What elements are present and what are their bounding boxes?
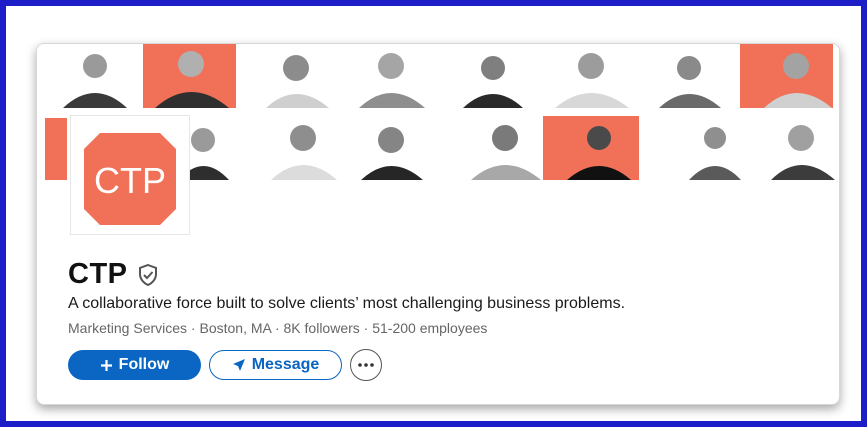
team-photo-tile <box>457 116 550 180</box>
team-photo-tile <box>251 44 344 108</box>
plus-icon <box>100 359 113 372</box>
message-label: Message <box>251 356 320 373</box>
company-name-row: CTP <box>68 258 158 291</box>
message-button[interactable]: Message <box>209 350 342 380</box>
ctp-logo-mark: CTP <box>84 133 176 225</box>
logo-text: CTP <box>94 160 166 201</box>
company-logo[interactable]: CTP <box>71 116 189 234</box>
team-photo-tile <box>767 116 839 180</box>
team-photo-tile <box>740 44 833 108</box>
team-photo-tile <box>261 116 354 180</box>
ellipsis-icon <box>358 363 374 367</box>
screenshot-frame: CTP CTP A collaborative force built to s… <box>0 0 867 427</box>
team-photo-tile <box>351 44 444 108</box>
follow-label: Follow <box>118 356 170 373</box>
more-options-button[interactable] <box>350 349 382 381</box>
banner-edge-tile <box>45 118 67 180</box>
team-photo-tile <box>447 44 540 108</box>
profile-actions: Follow Message <box>68 349 382 381</box>
team-photo-tile <box>543 116 639 180</box>
follow-button[interactable]: Follow <box>68 350 201 380</box>
team-photo-tile <box>677 116 751 180</box>
team-photo-tile <box>351 116 444 180</box>
team-photo-tile <box>545 44 638 108</box>
team-photo-tile <box>645 44 738 108</box>
company-profile-card: CTP CTP A collaborative force built to s… <box>36 43 840 405</box>
company-tagline: A collaborative force built to solve cli… <box>68 295 626 312</box>
company-name: CTP <box>68 258 128 290</box>
paper-plane-icon <box>232 358 246 372</box>
team-photo-tile <box>45 44 138 108</box>
team-photo-tile <box>143 44 236 108</box>
company-meta-info: Marketing Services · Boston, MA · 8K fol… <box>68 320 488 336</box>
verified-shield-icon[interactable] <box>138 263 158 286</box>
